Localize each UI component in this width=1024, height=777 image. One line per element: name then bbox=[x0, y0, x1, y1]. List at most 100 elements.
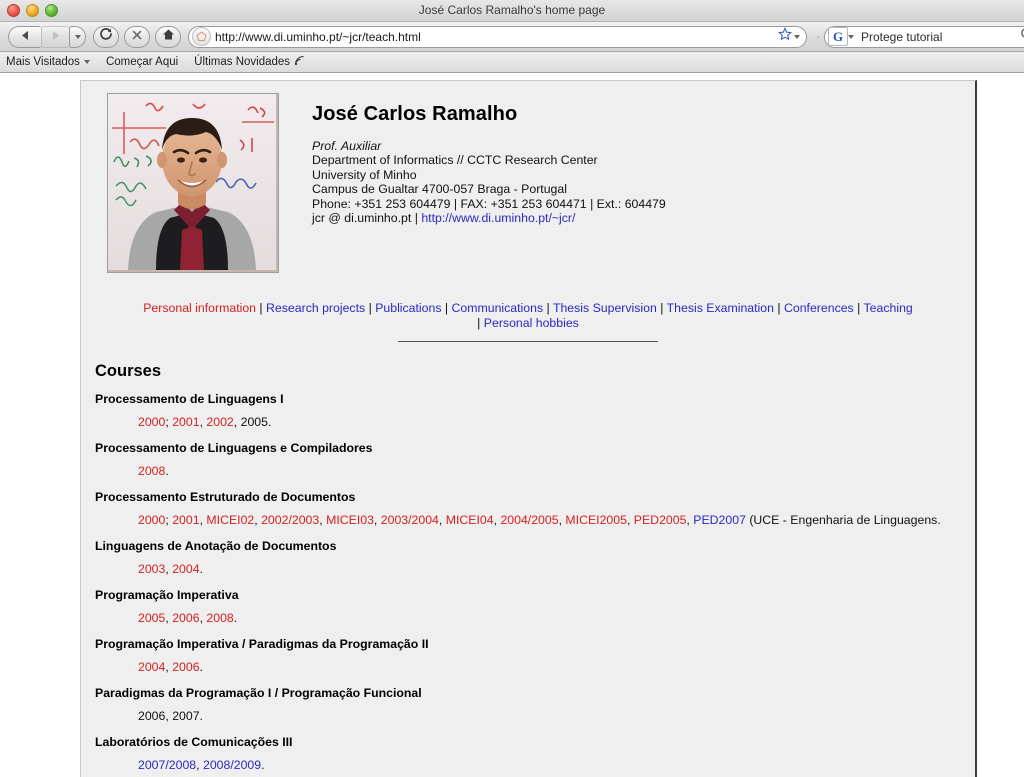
forward-arrow-icon bbox=[50, 28, 61, 46]
courses-heading: Courses bbox=[95, 362, 162, 380]
divider bbox=[398, 341, 658, 342]
course-name: Processamento de Linguagens I bbox=[95, 392, 284, 406]
course-years: 2000; 2001, MICEI02, 2002/2003, MICEI03,… bbox=[95, 513, 975, 527]
course-year-link[interactable]: 2008/2009 bbox=[203, 758, 261, 772]
search-input[interactable]: Protege tutorial bbox=[861, 30, 1020, 44]
bookmark-label: Mais Visitados bbox=[6, 56, 80, 68]
nav-link-conferences[interactable]: Conferences bbox=[784, 301, 854, 315]
bookmark-mais-visitados[interactable]: Mais Visitados bbox=[6, 56, 90, 68]
home-icon bbox=[162, 28, 175, 46]
course-year-link[interactable]: 2004 bbox=[172, 562, 199, 576]
toolbar-separator: · bbox=[816, 30, 820, 43]
nav-separator: | bbox=[441, 301, 452, 315]
nav-separator: | bbox=[256, 301, 267, 315]
course-year-link[interactable]: 2006 bbox=[172, 611, 199, 625]
reload-button[interactable] bbox=[93, 25, 119, 48]
course-years: 2008. bbox=[95, 464, 975, 478]
course-year-link[interactable]: PED2007 bbox=[693, 513, 746, 527]
window-titlebar: José Carlos Ramalho's home page bbox=[0, 0, 1024, 22]
course-year-link[interactable]: 2003/2004 bbox=[381, 513, 439, 527]
nav-link-teaching[interactable]: Teaching bbox=[864, 301, 913, 315]
course-year-link[interactable]: 2002 bbox=[206, 415, 233, 429]
course-name: Paradigmas da Programação I / Programaçã… bbox=[95, 686, 422, 700]
course-year-link[interactable]: MICEI02 bbox=[206, 513, 254, 527]
maximize-button[interactable] bbox=[45, 4, 58, 17]
course-year-text: , bbox=[438, 513, 446, 527]
course-year-link[interactable]: 2000 bbox=[138, 513, 165, 527]
bookmark-ultimas-novidades[interactable]: Últimas Novidades bbox=[194, 55, 305, 69]
window-title: José Carlos Ramalho's home page bbox=[418, 3, 606, 17]
course-years: 2006, 2007. bbox=[95, 709, 975, 723]
nav-link-personal-information[interactable]: Personal information bbox=[143, 301, 256, 315]
search-bar[interactable]: G Protege tutorial bbox=[824, 25, 1024, 48]
course-year-link[interactable]: 2002/2003 bbox=[261, 513, 319, 527]
close-button[interactable] bbox=[7, 4, 20, 17]
chevron-down-icon[interactable] bbox=[794, 34, 801, 39]
bookmark-label: Últimas Novidades bbox=[194, 56, 291, 68]
search-engine-letter: G bbox=[832, 29, 844, 44]
nav-link-personal-hobbies[interactable]: Personal hobbies bbox=[484, 316, 579, 330]
star-icon[interactable] bbox=[778, 27, 793, 46]
back-button[interactable] bbox=[8, 25, 41, 48]
nav-link-research-projects[interactable]: Research projects bbox=[266, 301, 365, 315]
course-year-link[interactable]: 2001 bbox=[172, 415, 199, 429]
browser-window: José Carlos Ramalho's home page http://w… bbox=[0, 0, 1024, 777]
page-title: José Carlos Ramalho bbox=[312, 103, 518, 125]
nav-link-thesis-examination[interactable]: Thesis Examination bbox=[667, 301, 774, 315]
back-arrow-icon bbox=[20, 28, 31, 46]
home-button[interactable] bbox=[155, 25, 181, 48]
course-year-link[interactable]: 2004/2005 bbox=[500, 513, 558, 527]
nav-separator: | bbox=[656, 301, 667, 315]
header-text: José Carlos Ramalho Prof. Auxiliar Depar… bbox=[312, 93, 975, 273]
rss-icon bbox=[294, 55, 305, 69]
address-bar[interactable]: http://www.di.uminho.pt/~jcr/teach.html bbox=[188, 25, 808, 48]
chevron-down-icon[interactable] bbox=[848, 34, 854, 39]
course-years: 2003, 2004. bbox=[95, 562, 975, 576]
close-icon bbox=[131, 28, 143, 46]
course-name: Programação Imperativa bbox=[95, 588, 239, 602]
course-name: Processamento de Linguagens e Compilador… bbox=[95, 441, 373, 455]
course-year-link[interactable]: 2001 bbox=[172, 513, 199, 527]
nav-link-thesis-supervision[interactable]: Thesis Supervision bbox=[553, 301, 657, 315]
history-dropdown-button[interactable] bbox=[69, 25, 86, 48]
course-year-link[interactable]: PED2005 bbox=[634, 513, 687, 527]
course-year-text: , bbox=[373, 513, 381, 527]
browser-toolbar: http://www.di.uminho.pt/~jcr/teach.html … bbox=[0, 22, 1024, 52]
courses-section: Courses Processamento de Linguagens I 200… bbox=[81, 362, 975, 772]
course-name: Laboratórios de Comunicações III bbox=[95, 735, 293, 749]
course-year-link[interactable]: 2005 bbox=[138, 611, 165, 625]
nav-separator: | bbox=[365, 301, 376, 315]
bookmark-controls bbox=[778, 27, 804, 46]
course-year-link[interactable]: MICEI2005 bbox=[565, 513, 627, 527]
course-year-link[interactable]: 2003 bbox=[138, 562, 165, 576]
course-year-link[interactable]: 2000 bbox=[138, 415, 165, 429]
course-year-link[interactable]: 2008 bbox=[206, 611, 233, 625]
section-nav-links: Personal information | Research projects… bbox=[81, 301, 975, 330]
nav-separator: | bbox=[853, 301, 864, 315]
course-year-text: (UCE - Engenharia de Linguagens. bbox=[745, 513, 941, 527]
course-years: 2007/2008, 2008/2009. bbox=[95, 758, 975, 772]
bookmark-comecar-aqui[interactable]: Começar Aqui bbox=[106, 56, 178, 68]
minimize-button[interactable] bbox=[26, 4, 39, 17]
nav-link-publications[interactable]: Publications bbox=[375, 301, 441, 315]
course-year-link[interactable]: 2008 bbox=[138, 464, 165, 478]
forward-button[interactable] bbox=[41, 25, 69, 48]
homepage-link[interactable]: http://www.di.uminho.pt/~jcr/ bbox=[421, 211, 575, 225]
course-year-text: , 2005. bbox=[233, 415, 272, 429]
course-year-link[interactable]: 2004 bbox=[138, 660, 165, 674]
courses-list: Processamento de Linguagens I 2000; 2001,… bbox=[95, 392, 975, 772]
course-year-link[interactable]: MICEI03 bbox=[326, 513, 374, 527]
course-year-link[interactable]: 2007/2008 bbox=[138, 758, 196, 772]
chevron-down-icon bbox=[74, 34, 81, 39]
course-year-link[interactable]: MICEI04 bbox=[446, 513, 494, 527]
stop-button[interactable] bbox=[124, 25, 150, 48]
page-content: José Carlos Ramalho Prof. Auxiliar Depar… bbox=[80, 80, 977, 777]
course-year-text: . bbox=[233, 611, 238, 625]
search-magnifier-icon[interactable] bbox=[1020, 27, 1024, 46]
course-year-link[interactable]: 2006 bbox=[172, 660, 199, 674]
nav-link-communications[interactable]: Communications bbox=[452, 301, 544, 315]
bookmark-label: Começar Aqui bbox=[105, 56, 179, 68]
course-year-text: . bbox=[199, 562, 203, 576]
google-search-engine-icon[interactable]: G bbox=[828, 27, 848, 46]
contact-line: jcr @ di.uminho.pt | http://www.di.uminh… bbox=[312, 211, 576, 226]
